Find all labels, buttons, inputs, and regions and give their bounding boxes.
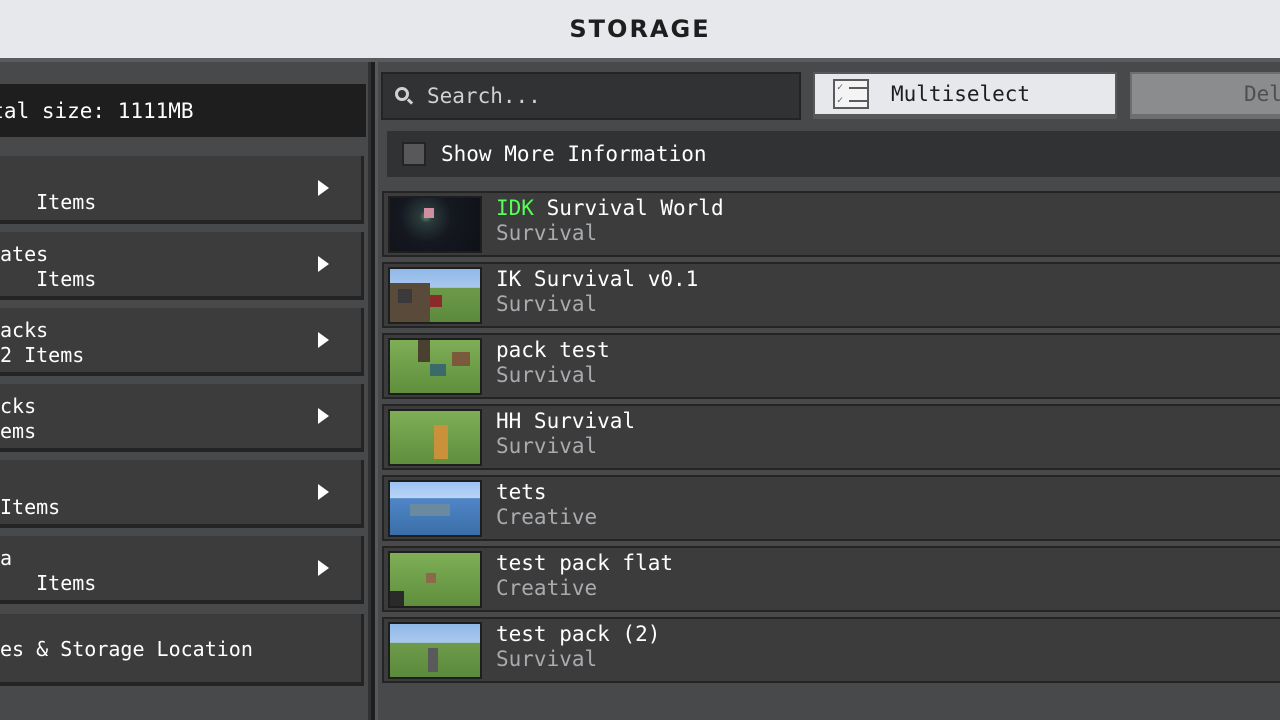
search-input[interactable]: Search...: [381, 72, 801, 120]
world-game-mode: Creative: [496, 505, 598, 529]
chevron-right-icon: [318, 256, 329, 272]
world-thumbnail: [388, 480, 482, 537]
delete-label: Delete: [1244, 82, 1280, 106]
world-name: tets: [496, 480, 547, 504]
total-size-label: Total size: 1111MB: [0, 98, 194, 123]
show-more-label: Show More Information: [441, 142, 707, 166]
world-game-mode: Survival: [496, 363, 598, 387]
world-game-mode: Survival: [496, 434, 598, 458]
world-item[interactable]: HH Survival Survival: [382, 404, 1280, 470]
world-name: test pack flat: [496, 551, 674, 575]
chevron-right-icon: [318, 408, 329, 424]
search-icon: [395, 87, 414, 105]
chevron-right-icon: [318, 180, 329, 196]
world-thumbnail: [388, 622, 482, 679]
storage-location-label: es & Storage Location: [0, 637, 253, 661]
page-title: STORAGE: [569, 15, 711, 43]
show-more-information-toggle[interactable]: Show More Information: [387, 131, 1280, 177]
chevron-right-icon: [318, 560, 329, 576]
world-item[interactable]: test pack (2) Survival: [382, 617, 1280, 683]
world-game-mode: Creative: [496, 576, 598, 600]
panel-divider: [368, 62, 378, 720]
world-thumbnail: [388, 196, 482, 253]
category-label: a Items: [0, 546, 97, 595]
world-name: IK Survival v0.1: [496, 267, 699, 291]
world-game-mode: Survival: [496, 221, 598, 245]
world-thumbnail: [388, 409, 482, 466]
category-item-3[interactable]: acks 2 Items: [0, 308, 364, 376]
title-bar: STORAGE: [0, 0, 1280, 58]
world-name: test pack (2): [496, 622, 661, 646]
multiselect-button[interactable]: ✓ ✓ Multiselect: [813, 72, 1117, 119]
category-label: Items: [0, 495, 61, 519]
world-thumbnail: [388, 338, 482, 395]
world-name: HH Survival: [496, 409, 636, 433]
category-label: Items: [0, 190, 97, 214]
multiselect-label: Multiselect: [891, 82, 1031, 106]
category-item-4[interactable]: cks ems: [0, 384, 364, 452]
category-label: ates Items: [0, 242, 97, 291]
world-item[interactable]: IDK Survival World Survival: [382, 191, 1280, 257]
delete-button[interactable]: Delete: [1130, 72, 1280, 119]
world-item[interactable]: pack test Survival: [382, 333, 1280, 399]
checklist-icon: ✓ ✓: [833, 79, 869, 109]
world-item[interactable]: test pack flat Creative: [382, 546, 1280, 612]
world-thumbnail: [388, 551, 482, 608]
world-game-mode: Survival: [496, 647, 598, 671]
storage-location-button[interactable]: es & Storage Location: [0, 614, 364, 686]
search-placeholder: Search...: [427, 84, 541, 108]
category-item-1[interactable]: Items: [0, 156, 364, 224]
category-label: acks 2 Items: [0, 318, 85, 367]
category-item-2[interactable]: ates Items: [0, 232, 364, 300]
category-label: cks ems: [0, 394, 37, 443]
world-item[interactable]: IK Survival v0.1 Survival: [382, 262, 1280, 328]
world-game-mode: Survival: [496, 292, 598, 316]
category-item-6[interactable]: a Items: [0, 536, 364, 604]
world-name: pack test: [496, 338, 610, 362]
world-thumbnail: [388, 267, 482, 324]
world-item[interactable]: tets Creative: [382, 475, 1280, 541]
total-size-banner: Total size: 1111MB: [0, 84, 366, 137]
world-name: IDK Survival World: [496, 196, 724, 220]
category-item-5[interactable]: Items: [0, 460, 364, 528]
chevron-right-icon: [318, 484, 329, 500]
chevron-right-icon: [318, 332, 329, 348]
show-more-checkbox[interactable]: [402, 142, 426, 166]
